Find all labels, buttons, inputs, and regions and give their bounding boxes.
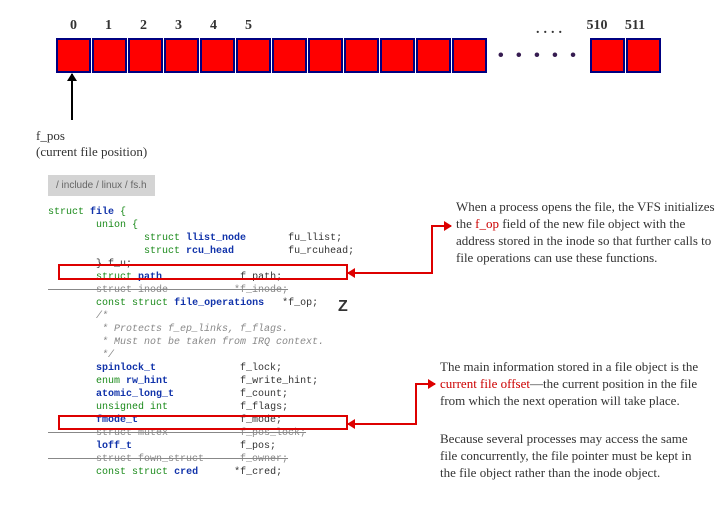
annotation-fpos: The main information stored in a file ob… xyxy=(440,358,700,409)
byte-cell xyxy=(380,38,415,73)
byte-cell xyxy=(236,38,271,73)
code-filepath: / include / linux / fs.h xyxy=(48,175,155,196)
byte-index: 510 xyxy=(578,18,616,34)
byte-index: 4 xyxy=(196,18,231,34)
code-line: enum rw_hint f_write_hint; xyxy=(48,375,378,388)
byte-index-row: 012345 xyxy=(56,18,266,34)
connector-fpos-vert xyxy=(415,384,417,425)
byte-index: 511 xyxy=(616,18,654,34)
connector-fpos-segment xyxy=(348,423,416,425)
annotation-fop-term: f_op xyxy=(475,216,499,231)
byte-index-ellipsis: .... xyxy=(536,22,566,38)
code-line: struct mutex f_pos_lock; xyxy=(48,427,378,440)
byte-cell xyxy=(200,38,235,73)
byte-cell xyxy=(92,38,127,73)
annotation-fop: When a process opens the file, the VFS i… xyxy=(456,198,716,266)
byte-cell xyxy=(308,38,343,73)
annotation-fpos-term: current file offset xyxy=(440,376,530,391)
code-line: struct rcu_head fu_rcuhead; xyxy=(48,245,378,258)
code-block: / include / linux / fs.h struct file { u… xyxy=(48,175,378,479)
annotation-fpos-pre: The main information stored in a file ob… xyxy=(440,359,698,374)
connector-fop-head xyxy=(431,225,451,227)
code-line: const struct cred *f_cred; xyxy=(48,466,378,479)
byte-cell xyxy=(344,38,379,73)
byte-index: 5 xyxy=(231,18,266,34)
byte-cell xyxy=(626,38,661,73)
byte-index: 0 xyxy=(56,18,91,34)
connector-fpos-head xyxy=(415,383,435,385)
code-line: struct inode *f_inode; xyxy=(48,284,378,297)
byte-dots: • • • • • xyxy=(488,47,590,65)
code-line: struct llist_node fu_llist; xyxy=(48,232,378,245)
byte-index: 2 xyxy=(126,18,161,34)
code-lines: struct file { union { struct llist_node … xyxy=(48,206,378,479)
fpos-label-line1: f_pos xyxy=(36,128,65,143)
code-line: unsigned int f_flags; xyxy=(48,401,378,414)
code-line: atomic_long_t f_count; xyxy=(48,388,378,401)
code-line: * Protects f_ep_links, f_flags. xyxy=(48,323,378,336)
fpos-label-line2: (current file position) xyxy=(36,144,147,159)
code-line: loff_t f_pos; xyxy=(48,440,378,453)
connector-fop-vert xyxy=(431,225,433,274)
code-line: union { xyxy=(48,219,378,232)
byte-cell xyxy=(128,38,163,73)
byte-cell xyxy=(272,38,307,73)
code-line: struct path f_path; xyxy=(48,271,378,284)
code-line: spinlock_t f_lock; xyxy=(48,362,378,375)
byte-cell xyxy=(416,38,451,73)
byte-cell xyxy=(56,38,91,73)
stray-letter: Z xyxy=(338,298,348,316)
code-line: fmode_t f_mode; xyxy=(48,414,378,427)
code-line: /* xyxy=(48,310,378,323)
fpos-label: f_pos (current file position) xyxy=(36,128,147,160)
fpos-arrow xyxy=(71,74,73,120)
byte-index: 3 xyxy=(161,18,196,34)
code-line: struct file { xyxy=(48,206,378,219)
code-line: */ xyxy=(48,349,378,362)
byte-index-tail: 510511 xyxy=(578,18,654,34)
connector-fop-segment xyxy=(348,272,432,274)
byte-cell xyxy=(452,38,487,73)
code-line: const struct file_operations *f_op; xyxy=(48,297,378,310)
byte-array-row: • • • • • xyxy=(56,38,662,73)
annotation-concurrency: Because several processes may access the… xyxy=(440,430,700,481)
byte-cell xyxy=(164,38,199,73)
byte-cell xyxy=(590,38,625,73)
byte-index: 1 xyxy=(91,18,126,34)
code-line: * Must not be taken from IRQ context. xyxy=(48,336,378,349)
code-line: struct fown_struct f_owner; xyxy=(48,453,378,466)
code-line: } f_u; xyxy=(48,258,378,271)
